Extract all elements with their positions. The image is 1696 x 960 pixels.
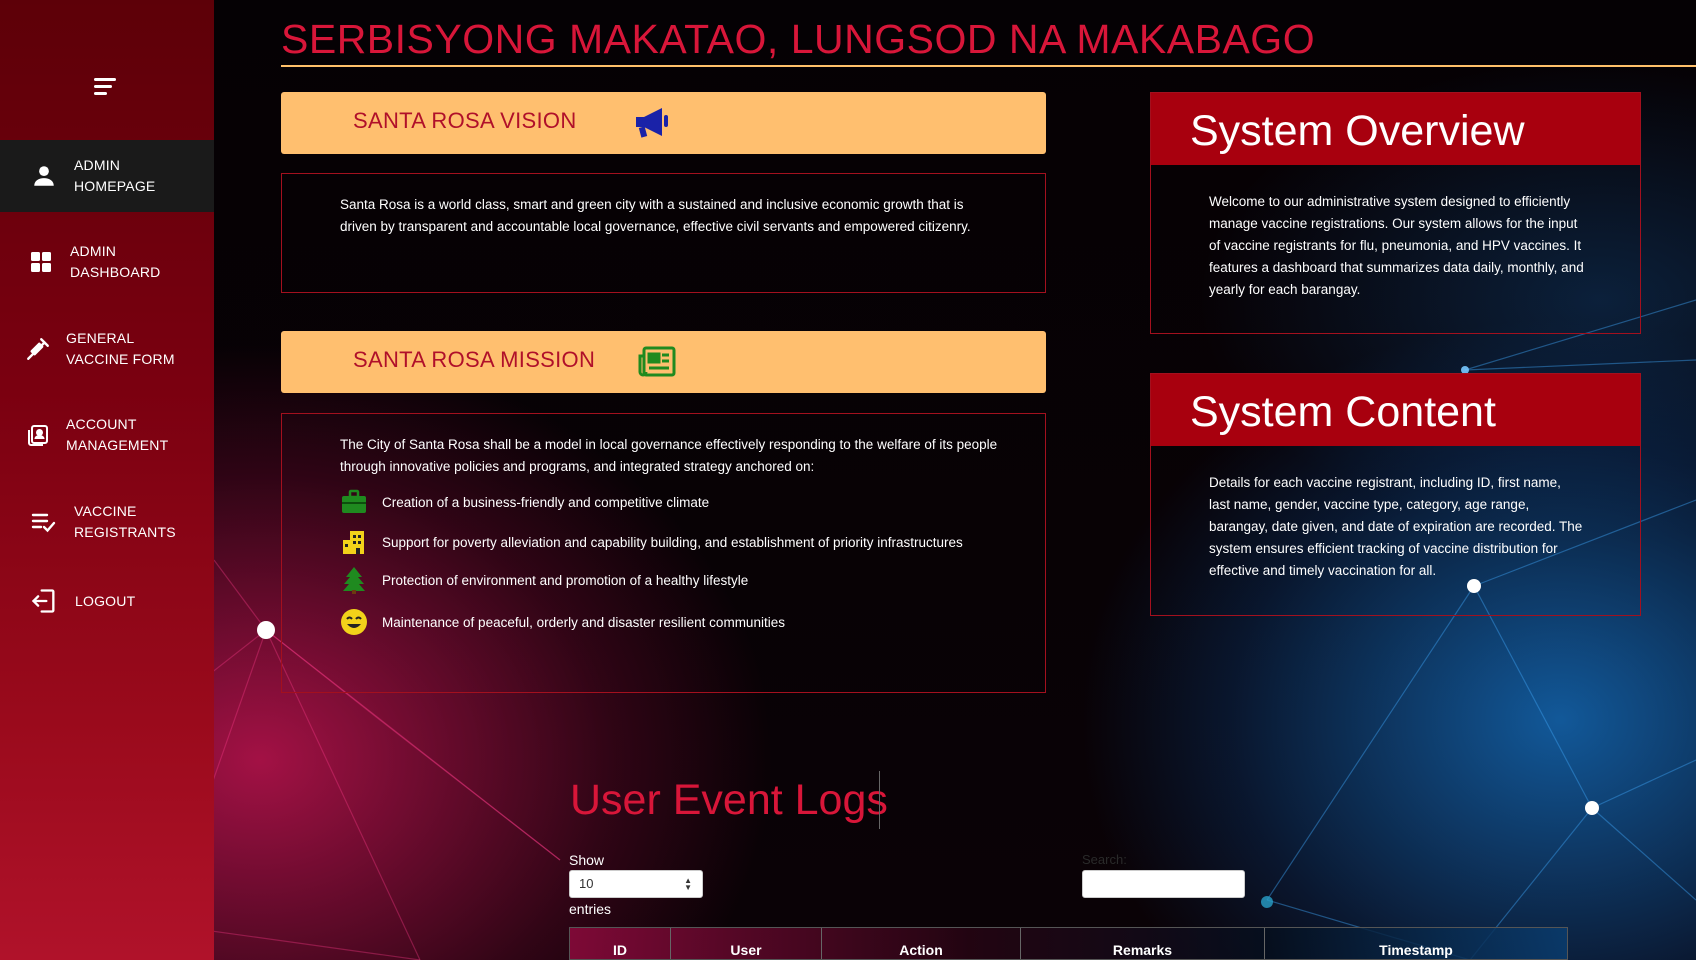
list-item: Support for poverty alleviation and capa… [340,531,1000,556]
vision-box: Santa Rosa is a world class, smart and g… [281,173,1046,293]
vision-heading: SANTA ROSA VISION [353,108,577,133]
entries-value: 10 [579,876,594,891]
system-overview-panel: System Overview Welcome to our administr… [1150,92,1641,334]
search-input[interactable] [1082,870,1245,898]
list-item: Maintenance of peaceful, orderly and dis… [340,609,1000,636]
briefcase-icon [340,488,368,516]
list-item: Creation of a business-friendly and comp… [340,489,1000,516]
vision-text: Santa Rosa is a world class, smart and g… [340,197,971,234]
sidebar-item-account-management[interactable]: ACCOUNT MANAGEMENT [0,399,214,471]
show-label: Show [569,852,605,868]
logout-icon [28,585,60,617]
megaphone-icon [632,105,672,141]
sidebar-item-admin-homepage[interactable]: ADMIN HOMEPAGE [0,140,214,212]
vision-banner: SANTA ROSA VISION [281,92,1046,154]
mission-banner: SANTA ROSA MISSION [281,331,1046,393]
sidebar-item-label: ADMIN DASHBOARD [70,243,161,280]
column-header-id[interactable]: ID [570,928,671,959]
column-header-remarks[interactable]: Remarks [1021,928,1265,959]
system-content-text: Details for each vaccine registrant, inc… [1209,475,1583,578]
mission-intro: The City of Santa Rosa shall be a model … [340,437,998,474]
entries-select[interactable]: 10 ▲ ▼ [569,870,703,898]
list-item: Protection of environment and promotion … [340,567,1000,594]
sidebar-item-logout[interactable]: LOGOUT [0,565,214,637]
sidebar-item-label: ACCOUNT MANAGEMENT [66,416,169,453]
system-content-heading: System Content [1151,374,1640,446]
sidebar-item-general-vaccine-form[interactable]: GENERAL VACCINE FORM [0,313,214,385]
sidebar: ADMIN HOMEPAGE ADMIN DASHBOARD GENERAL V… [0,0,214,960]
contact-book-icon [22,419,54,451]
sidebar-item-label: LOGOUT [75,592,136,609]
smiley-icon [340,608,368,636]
grid-icon [25,246,57,278]
mission-list: Creation of a business-friendly and comp… [340,489,1000,636]
system-overview-heading: System Overview [1151,93,1640,165]
system-content-panel: System Content Details for each vaccine … [1150,373,1641,616]
syringe-icon [22,333,54,365]
sidebar-item-label: GENERAL VACCINE FORM [66,330,175,367]
text-cursor [879,771,880,829]
sidebar-item-label: ADMIN HOMEPAGE [74,157,156,194]
system-overview-text: Welcome to our administrative system des… [1209,194,1584,297]
sidebar-item-vaccine-registrants[interactable]: VACCINE REGISTRANTS [0,486,214,558]
column-header-timestamp[interactable]: Timestamp [1265,928,1567,959]
column-header-user[interactable]: User [671,928,822,959]
search-label: Search: [1082,852,1127,867]
select-arrows-icon: ▲ ▼ [684,876,692,892]
person-icon [28,160,60,192]
mission-heading: SANTA ROSA MISSION [353,347,596,372]
sidebar-item-admin-dashboard[interactable]: ADMIN DASHBOARD [0,226,214,298]
sidebar-item-label: VACCINE REGISTRANTS [74,503,176,540]
menu-toggle-icon[interactable] [94,78,118,98]
checklist-icon [27,506,59,538]
tree-icon [340,566,368,594]
page-title: SERBISYONG MAKATAO, LUNGSOD NA MAKABAGO [281,16,1316,62]
entries-label: entries [569,901,612,917]
logs-table-header: ID User Action Remarks Timestamp [569,927,1568,960]
logs-title: User Event Logs [570,776,888,824]
mission-box: The City of Santa Rosa shall be a model … [281,413,1046,693]
title-divider [281,65,1696,67]
building-icon [340,528,368,556]
newspaper-icon [638,346,678,382]
column-header-action[interactable]: Action [822,928,1021,959]
